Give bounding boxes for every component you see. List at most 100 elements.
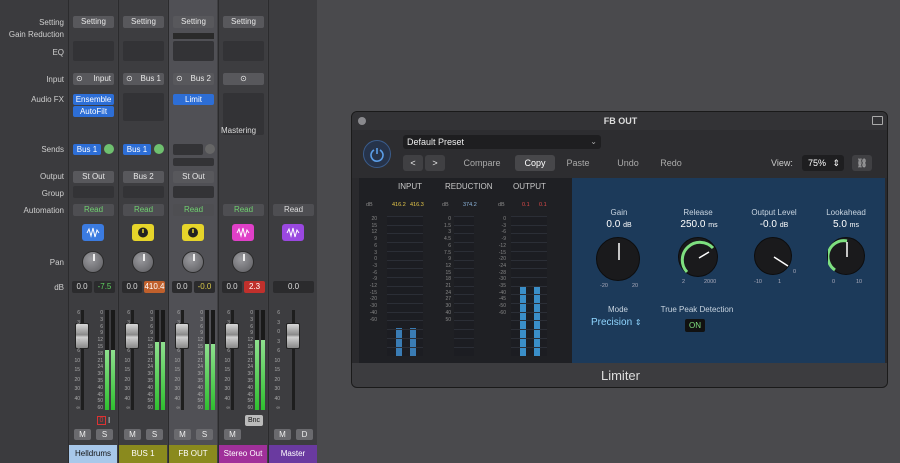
pan-knob[interactable] bbox=[82, 251, 104, 273]
input-button[interactable]: ⊙ Bus 1 bbox=[123, 73, 164, 85]
automation-mode[interactable]: Read bbox=[173, 204, 214, 216]
eq-slot[interactable] bbox=[173, 41, 214, 61]
meter-scale-tick: 12 bbox=[97, 337, 103, 344]
fader-scale-tick: ∞ bbox=[276, 405, 280, 411]
previous-preset-button[interactable]: < bbox=[403, 155, 423, 171]
solo-button[interactable]: S bbox=[96, 429, 113, 440]
redo-button[interactable]: Redo bbox=[650, 155, 692, 171]
output-button[interactable]: Bus 2 bbox=[123, 171, 164, 183]
volume-value: 0.0 bbox=[172, 281, 192, 293]
output-button[interactable]: St Out bbox=[73, 171, 114, 183]
link-button[interactable]: ⛓ bbox=[852, 155, 872, 171]
solo-button[interactable]: S bbox=[146, 429, 163, 440]
automation-mode[interactable]: Read bbox=[123, 204, 164, 216]
view-zoom-select[interactable]: 75% ⇕ bbox=[802, 155, 844, 171]
audio-fx-slot[interactable] bbox=[123, 93, 164, 121]
automation-mode[interactable]: Read bbox=[223, 204, 264, 216]
audio-fx-slot-2[interactable]: AutoFilt bbox=[73, 106, 114, 117]
mute-button[interactable]: M bbox=[174, 429, 191, 440]
send-level-knob[interactable] bbox=[104, 144, 114, 154]
waveform-icon bbox=[82, 224, 104, 241]
setting-button[interactable]: Setting bbox=[73, 16, 114, 28]
send-slot-empty[interactable] bbox=[173, 158, 214, 166]
channel-name[interactable]: FB OUT bbox=[169, 445, 217, 463]
meter-gridline bbox=[387, 285, 423, 287]
input-monitor-indicator[interactable]: I bbox=[108, 416, 110, 425]
resize-icon[interactable] bbox=[872, 116, 883, 125]
dim-button[interactable]: D bbox=[296, 429, 313, 440]
output-level-max: 1 bbox=[778, 279, 782, 285]
release-unit: ms bbox=[708, 222, 718, 229]
input-button[interactable]: ⊙ bbox=[223, 73, 264, 85]
gain-knob[interactable] bbox=[596, 237, 640, 281]
plugin-titlebar[interactable]: FB OUT bbox=[352, 112, 887, 130]
input-button[interactable]: ⊙ Input bbox=[73, 73, 114, 85]
fader-scale-tick: 30 bbox=[274, 386, 280, 392]
reduction-meter bbox=[454, 216, 474, 356]
setting-button[interactable]: Setting bbox=[173, 16, 214, 28]
level-meter-right bbox=[111, 310, 115, 410]
fader-scale-tick: 3 bbox=[177, 338, 180, 345]
pan-knob[interactable] bbox=[182, 251, 204, 273]
send-slot[interactable] bbox=[173, 144, 203, 155]
audio-fx-slot-1[interactable]: Limit bbox=[173, 94, 214, 105]
solo-button[interactable]: S bbox=[196, 429, 213, 440]
input-button[interactable]: ⊙ Bus 2 bbox=[173, 73, 214, 85]
channel-name[interactable]: Helldrums bbox=[69, 445, 117, 463]
output-button[interactable]: St Out bbox=[173, 171, 214, 183]
automation-mode[interactable]: Read bbox=[73, 204, 114, 216]
output-db-label: dB bbox=[498, 202, 505, 208]
next-preset-button[interactable]: > bbox=[425, 155, 445, 171]
lookahead-knob[interactable] bbox=[826, 237, 865, 275]
eq-slot[interactable] bbox=[73, 41, 114, 61]
meter-gridline bbox=[511, 268, 547, 270]
pan-knob[interactable] bbox=[232, 251, 254, 273]
release-knob[interactable] bbox=[678, 237, 718, 277]
send-slot[interactable]: Bus 1 bbox=[73, 144, 101, 155]
mode-select[interactable]: Precision ⇕ bbox=[591, 317, 642, 328]
power-button[interactable] bbox=[363, 140, 391, 168]
reduction-scale-tick: 50 bbox=[445, 316, 451, 323]
mastering-label[interactable]: Mastering bbox=[221, 126, 256, 135]
output-level-knob[interactable] bbox=[754, 237, 792, 275]
mute-button[interactable]: M bbox=[224, 429, 241, 440]
setting-button[interactable]: Setting bbox=[223, 16, 264, 28]
record-indicator[interactable]: 0 bbox=[97, 416, 106, 425]
close-icon[interactable] bbox=[358, 117, 366, 125]
send-level-knob[interactable] bbox=[205, 144, 215, 154]
meter-scale-tick: 15 bbox=[247, 344, 253, 350]
send-level-knob[interactable] bbox=[154, 144, 164, 154]
gain-min: -20 bbox=[600, 283, 608, 289]
mute-button[interactable]: M bbox=[124, 429, 141, 440]
meter-scale: 0 3 6 9 12 15 18 21 24 30 35 40 45 50 60 bbox=[94, 310, 103, 411]
meter-gridline bbox=[454, 233, 474, 235]
group-slot[interactable] bbox=[73, 186, 114, 198]
copy-button[interactable]: Copy bbox=[515, 155, 555, 171]
mute-button[interactable]: M bbox=[274, 429, 291, 440]
gain-label: Gain bbox=[610, 208, 628, 217]
output-scale-tick: -60 bbox=[498, 309, 506, 316]
volume-fader[interactable] bbox=[286, 323, 300, 349]
setting-button[interactable]: Setting bbox=[123, 16, 164, 28]
input-scale: 20 15 12 9 6 3 0 -3 -6 -9 -12 -15 -20 -30 -40 -60 bbox=[365, 216, 377, 323]
send-slot[interactable]: Bus 1 bbox=[123, 144, 151, 155]
pan-knob[interactable] bbox=[132, 251, 154, 273]
eq-slot[interactable] bbox=[123, 41, 164, 61]
channel-name[interactable]: BUS 1 bbox=[119, 445, 167, 463]
peak-value: 410.4 bbox=[144, 281, 165, 293]
true-peak-detection-toggle[interactable]: ON bbox=[685, 319, 705, 332]
meter-gridline bbox=[454, 224, 474, 226]
channel-name[interactable]: Master bbox=[269, 445, 317, 463]
undo-button[interactable]: Undo bbox=[607, 155, 649, 171]
preset-dropdown[interactable]: Default Preset ⌄ bbox=[403, 135, 601, 149]
compare-button[interactable]: Compare bbox=[456, 155, 508, 171]
eq-slot[interactable] bbox=[223, 41, 264, 61]
group-slot[interactable] bbox=[123, 186, 164, 198]
group-slot[interactable] bbox=[173, 186, 214, 198]
channel-name[interactable]: Stereo Out bbox=[219, 445, 267, 463]
paste-button[interactable]: Paste bbox=[558, 155, 598, 171]
mute-button[interactable]: M bbox=[74, 429, 91, 440]
bounce-button[interactable]: Bnc bbox=[245, 415, 263, 426]
audio-fx-slot-1[interactable]: Ensemble bbox=[73, 94, 114, 105]
automation-mode[interactable]: Read bbox=[273, 204, 314, 216]
